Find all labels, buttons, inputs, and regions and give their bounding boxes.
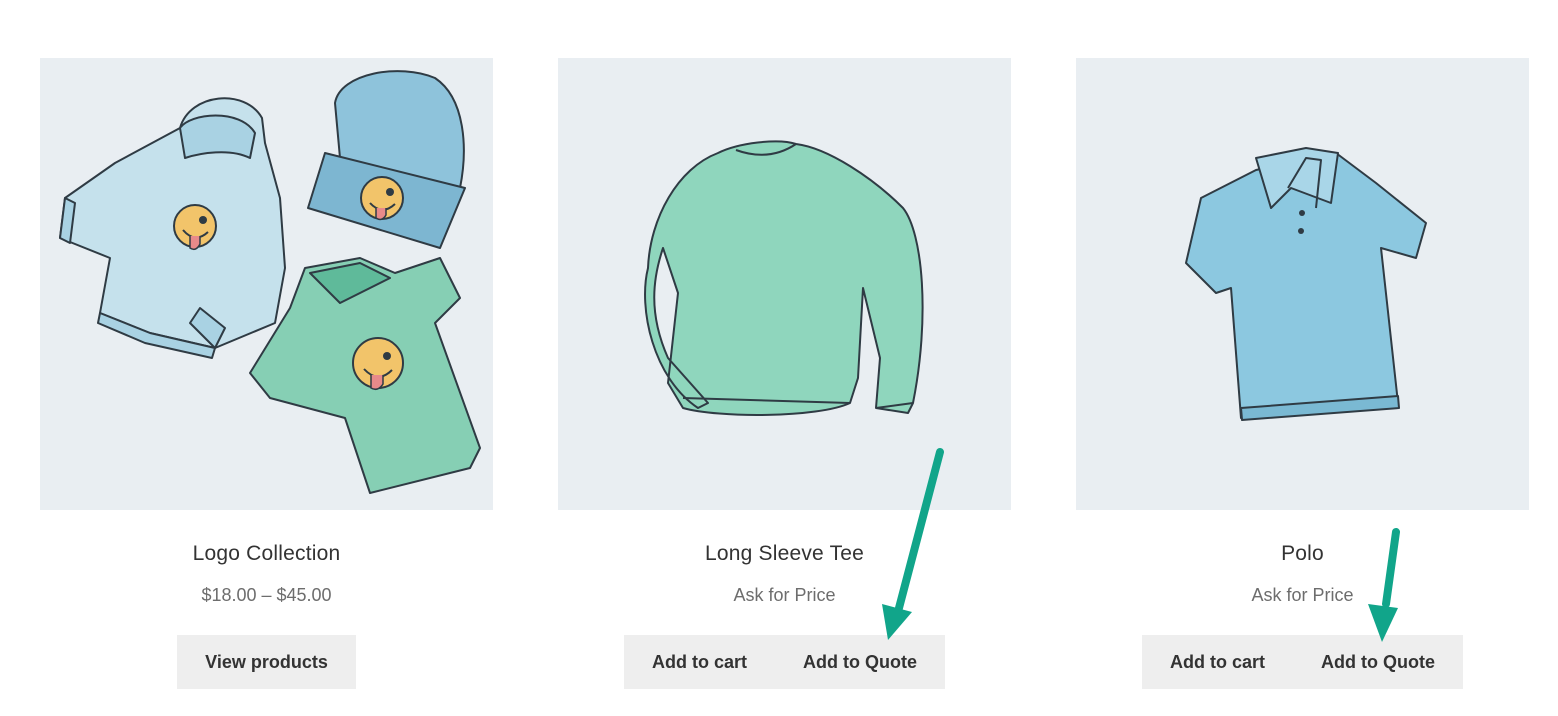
view-products-button[interactable]: View products [177, 635, 356, 689]
product-card-long-sleeve-tee: Long Sleeve Tee Ask for Price Add to car… [558, 58, 1011, 689]
button-group: Add to cart Add to Quote [624, 635, 945, 689]
product-image-link[interactable] [1076, 58, 1529, 510]
product-image-link[interactable] [558, 58, 1011, 510]
product-actions: Add to cart Add to Quote [558, 635, 1011, 689]
add-to-quote-button[interactable]: Add to Quote [1293, 635, 1463, 689]
product-card-logo-collection: Logo Collection $18.00 – $45.00 View pro… [40, 58, 493, 689]
product-price: Ask for Price [1251, 585, 1354, 605]
product-title[interactable]: Polo [1076, 542, 1529, 566]
product-grid: Logo Collection $18.00 – $45.00 View pro… [0, 0, 1558, 716]
button-group: View products [177, 635, 356, 689]
clothing-collection-icon [59, 70, 481, 494]
add-to-cart-button[interactable]: Add to cart [624, 635, 775, 689]
long-sleeve-tee-icon [644, 140, 924, 416]
button-group: Add to cart Add to Quote [1142, 635, 1463, 689]
product-image-link[interactable] [40, 58, 493, 510]
product-actions: View products [40, 635, 493, 689]
product-price: $18.00 – $45.00 [201, 585, 332, 605]
polo-shirt-icon [1185, 147, 1427, 421]
product-title[interactable]: Logo Collection [40, 542, 493, 566]
add-to-cart-button[interactable]: Add to cart [1142, 635, 1293, 689]
add-to-quote-button[interactable]: Add to Quote [775, 635, 945, 689]
product-title[interactable]: Long Sleeve Tee [558, 542, 1011, 566]
product-actions: Add to cart Add to Quote [1076, 635, 1529, 689]
product-price: Ask for Price [733, 585, 836, 605]
product-card-polo: Polo Ask for Price Add to cart Add to Qu… [1076, 58, 1529, 689]
